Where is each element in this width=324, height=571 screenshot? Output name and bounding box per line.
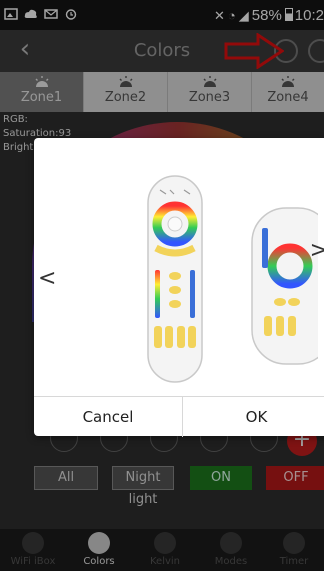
carousel-prev-button[interactable]: < xyxy=(38,266,56,291)
ok-button[interactable]: OK xyxy=(182,397,324,437)
remote-control-image xyxy=(251,207,318,365)
remote-carousel[interactable]: < > xyxy=(34,138,324,396)
chevron-left-icon: < xyxy=(38,266,57,291)
carousel-next-button[interactable]: > xyxy=(310,238,324,263)
chevron-right-icon: > xyxy=(309,238,324,263)
remote-control-image xyxy=(147,175,203,383)
dialog-button-bar: Cancel OK xyxy=(34,396,324,437)
cancel-button[interactable]: Cancel xyxy=(34,397,182,437)
remote-picker-dialog: < > Cancel OK xyxy=(34,138,324,437)
